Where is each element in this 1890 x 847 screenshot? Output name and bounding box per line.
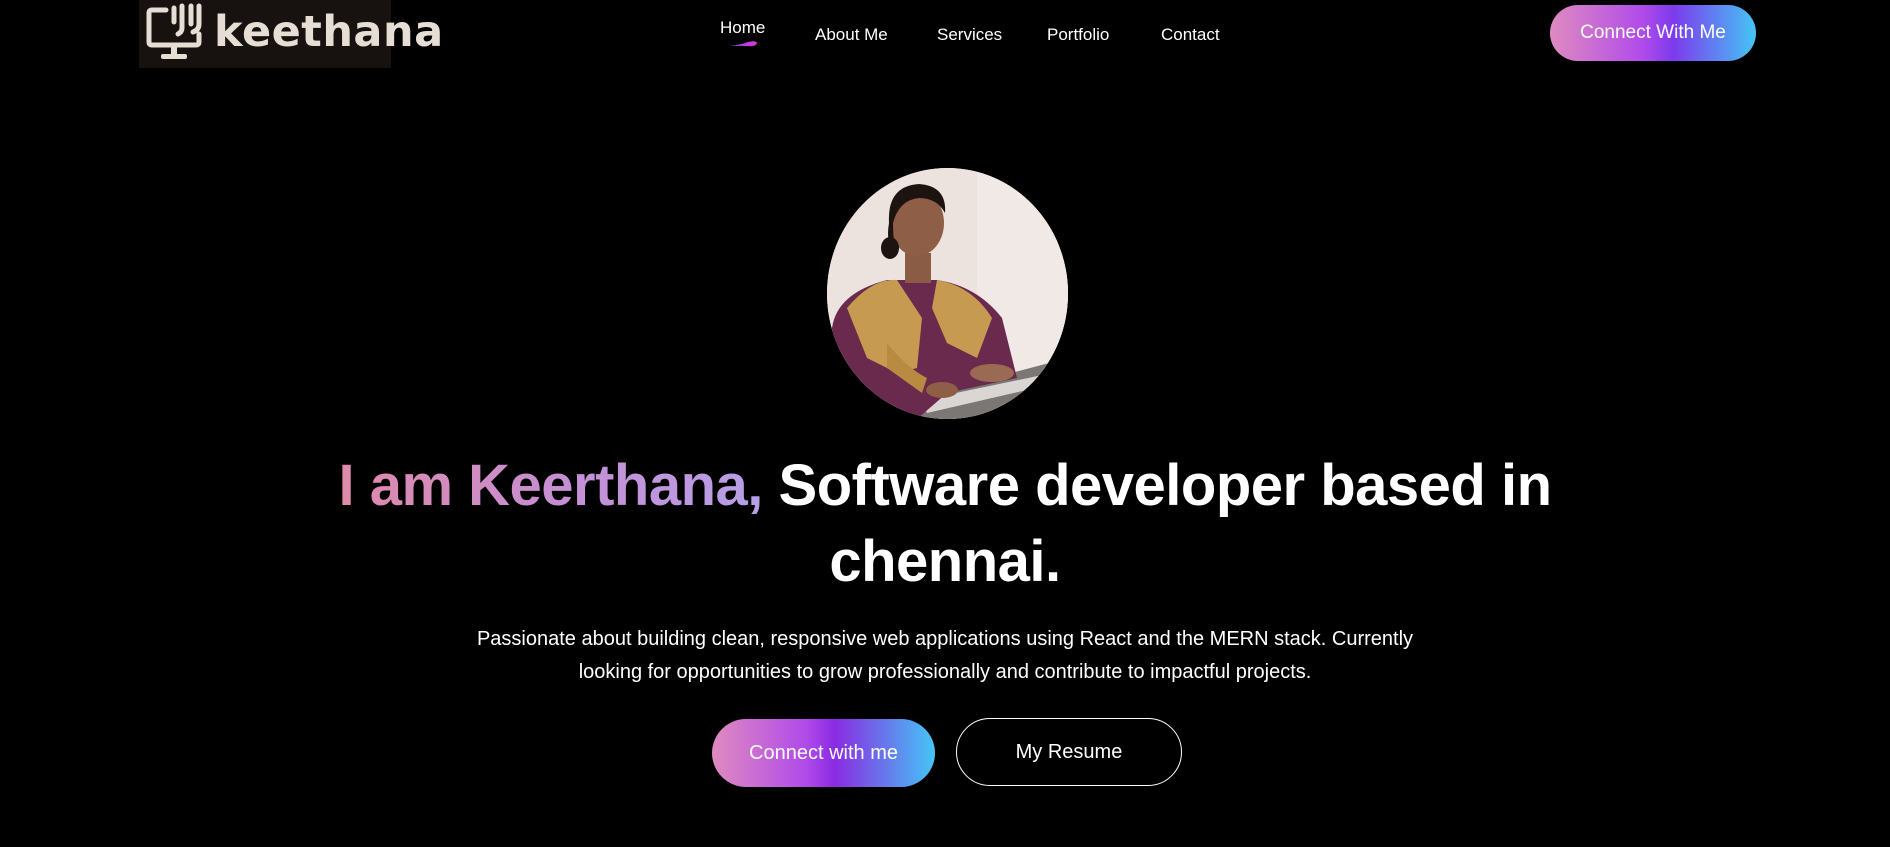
profile-photo — [827, 168, 1068, 419]
nav-item-home[interactable]: Home — [720, 18, 765, 38]
nav-item-contact[interactable]: Contact — [1161, 25, 1220, 45]
headline-rest: Software developer based in chennai. — [778, 453, 1552, 594]
headline-highlight: I am Keerthana, — [338, 453, 763, 518]
active-indicator-swoosh — [729, 41, 757, 47]
connect-with-me-button[interactable]: Connect With Me — [1550, 5, 1756, 61]
my-resume-button[interactable]: My Resume — [956, 718, 1182, 786]
hero-headline: I am Keerthana, Software developer based… — [245, 448, 1645, 600]
page: keethana Home About Me Services Portfoli… — [0, 0, 1890, 847]
hero-description: Passionate about building clean, respons… — [476, 628, 1414, 683]
nav-item-about-me[interactable]: About Me — [815, 25, 888, 45]
connect-with-me-hero-button[interactable]: Connect with me — [712, 719, 935, 787]
nav-item-services[interactable]: Services — [937, 25, 1002, 45]
nav-item-portfolio[interactable]: Portfolio — [1047, 25, 1109, 45]
